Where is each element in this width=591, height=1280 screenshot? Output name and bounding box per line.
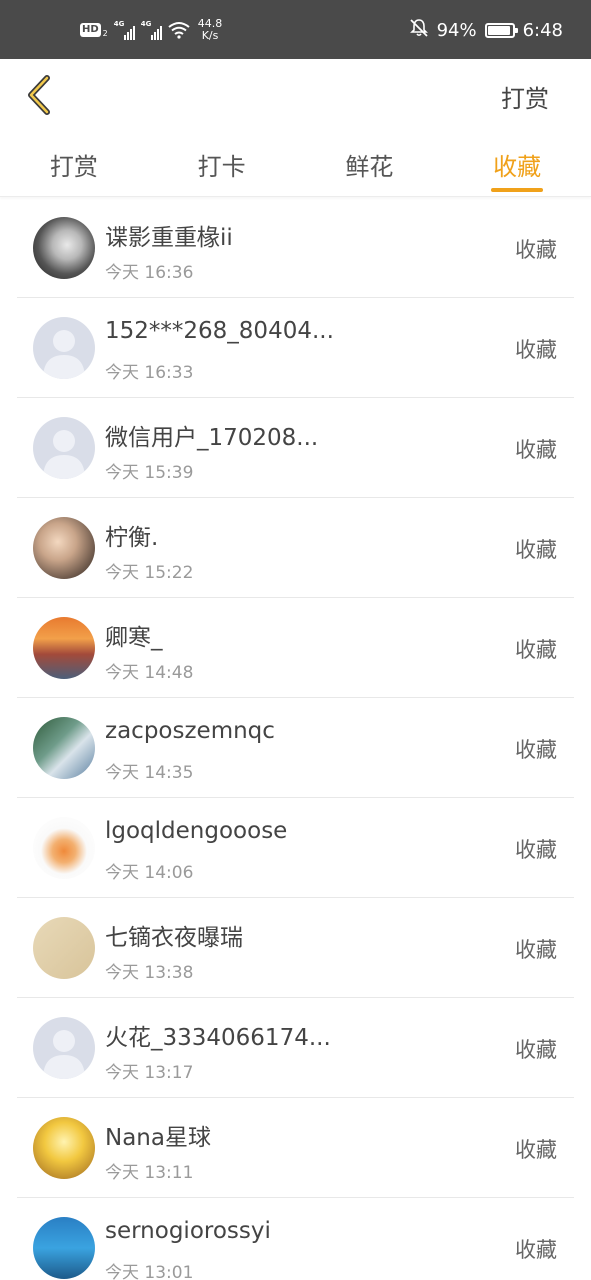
action-label: 收藏 xyxy=(515,338,557,362)
hd-badge: HD xyxy=(80,23,101,37)
tab-label: 打卡 xyxy=(197,153,246,181)
avatar[interactable] xyxy=(33,1017,95,1079)
favorites-list: 谍影重重椽ii 今天 16:36 收藏 152***268_80404... 今… xyxy=(0,198,591,1280)
reward-button[interactable]: 打赏 xyxy=(501,79,549,114)
user-name: 柠衡. xyxy=(105,525,159,551)
list-item[interactable]: zacposzemnqc 今天 14:35 收藏 xyxy=(0,698,591,798)
user-name: 火花_3334066174... xyxy=(105,1025,331,1051)
signal-icon: 4G xyxy=(114,20,135,40)
tab-favorites[interactable]: 收藏 xyxy=(443,131,591,196)
nav-bar: 打赏 xyxy=(0,59,591,131)
timestamp: 今天 14:06 xyxy=(105,863,194,883)
action-label: 收藏 xyxy=(515,738,557,762)
action-label: 收藏 xyxy=(515,938,557,962)
action-label: 收藏 xyxy=(515,438,557,462)
timestamp: 今天 16:33 xyxy=(105,363,194,383)
tab-bar: 打赏 打卡 鲜花 收藏 xyxy=(0,131,591,197)
tab-label: 收藏 xyxy=(493,153,542,181)
default-person-icon xyxy=(43,430,85,479)
avatar[interactable] xyxy=(33,517,95,579)
timestamp: 今天 13:11 xyxy=(105,1163,194,1183)
list-item[interactable]: 火花_3334066174... 今天 13:17 收藏 xyxy=(0,998,591,1098)
avatar[interactable] xyxy=(33,917,95,979)
avatar[interactable] xyxy=(33,817,95,879)
user-name: 微信用户_170208... xyxy=(105,425,319,451)
action-label: 收藏 xyxy=(515,1138,557,1162)
back-button[interactable] xyxy=(18,71,62,119)
mute-bell-icon xyxy=(409,18,429,43)
chevron-left-icon xyxy=(28,75,50,115)
avatar[interactable] xyxy=(33,1217,95,1279)
list-item[interactable]: 152***268_80404... 今天 16:33 收藏 xyxy=(0,298,591,398)
action-label: 收藏 xyxy=(515,1038,557,1062)
action-label: 收藏 xyxy=(515,838,557,862)
list-item[interactable]: lgoqldengooose 今天 14:06 收藏 xyxy=(0,798,591,898)
list-item[interactable]: 谍影重重椽ii 今天 16:36 收藏 xyxy=(0,198,591,298)
list-item[interactable]: 七镝衣夜曝瑞 今天 13:38 收藏 xyxy=(0,898,591,998)
sim1-label: 4G xyxy=(113,20,125,28)
signal-icon: 4G xyxy=(141,20,162,40)
tab-checkin[interactable]: 打卡 xyxy=(148,131,296,196)
timestamp: 今天 15:39 xyxy=(105,463,194,483)
tab-label: 打赏 xyxy=(49,153,98,181)
user-name: 七镝衣夜曝瑞 xyxy=(105,925,243,951)
active-tab-indicator xyxy=(491,188,544,192)
action-label: 收藏 xyxy=(515,238,557,262)
default-person-icon xyxy=(43,330,85,379)
user-name: Nana星球 xyxy=(105,1125,211,1151)
battery-percent: 94% xyxy=(436,19,477,41)
avatar[interactable] xyxy=(33,417,95,479)
tab-reward[interactable]: 打赏 xyxy=(0,131,148,196)
network-speed-unit: K/s xyxy=(201,29,219,42)
timestamp: 今天 15:22 xyxy=(105,563,194,583)
avatar[interactable] xyxy=(33,717,95,779)
user-name: 152***268_80404... xyxy=(105,318,334,344)
timestamp: 今天 14:48 xyxy=(105,663,194,683)
default-person-icon xyxy=(43,1030,85,1079)
user-name: lgoqldengooose xyxy=(105,818,288,844)
list-item[interactable]: 微信用户_170208... 今天 15:39 收藏 xyxy=(0,398,591,498)
user-name: sernogiorossyi xyxy=(105,1218,271,1244)
user-name: 卿寒_ xyxy=(105,625,163,651)
timestamp: 今天 16:36 xyxy=(105,263,194,283)
wifi-icon xyxy=(168,21,190,39)
list-item[interactable]: 卿寒_ 今天 14:48 收藏 xyxy=(0,598,591,698)
avatar[interactable] xyxy=(33,217,95,279)
list-item[interactable]: sernogiorossyi 今天 13:01 收藏 xyxy=(0,1198,591,1280)
tab-label: 鲜花 xyxy=(345,153,394,181)
timestamp: 今天 13:01 xyxy=(105,1263,194,1280)
avatar[interactable] xyxy=(33,617,95,679)
sim2-label: 4G xyxy=(140,20,152,28)
timestamp: 今天 13:38 xyxy=(105,963,194,983)
action-label: 收藏 xyxy=(515,1238,557,1262)
list-item[interactable]: 柠衡. 今天 15:22 收藏 xyxy=(0,498,591,598)
clock: 6:48 xyxy=(522,19,563,41)
status-bar: HD 2 4G 4G 44.8 K/s 94% 6:48 xyxy=(0,0,591,59)
battery-level xyxy=(487,25,511,35)
tab-flowers[interactable]: 鲜花 xyxy=(296,131,444,196)
timestamp: 今天 13:17 xyxy=(105,1063,194,1083)
battery-icon xyxy=(484,22,518,38)
avatar[interactable] xyxy=(33,317,95,379)
action-label: 收藏 xyxy=(515,538,557,562)
network-speed: 44.8 K/s xyxy=(198,18,223,42)
hd-sub: 2 xyxy=(102,28,108,38)
user-name: zacposzemnqc xyxy=(105,718,275,744)
status-left: HD 2 4G 4G 44.8 K/s xyxy=(80,18,222,42)
action-label: 收藏 xyxy=(515,638,557,662)
user-name: 谍影重重椽ii xyxy=(105,225,233,251)
timestamp: 今天 14:35 xyxy=(105,763,194,783)
avatar[interactable] xyxy=(33,1117,95,1179)
status-right: 94% 6:48 xyxy=(409,18,563,42)
list-item[interactable]: Nana星球 今天 13:11 收藏 xyxy=(0,1098,591,1198)
